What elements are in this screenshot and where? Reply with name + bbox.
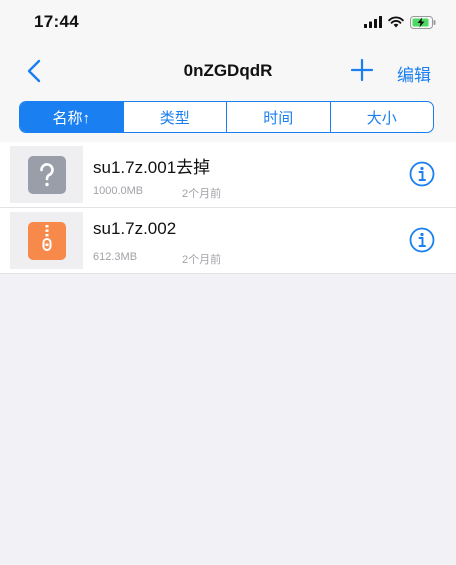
sort-tab-name[interactable]: 名称↑ [20, 102, 124, 132]
file-date: 2个月前 [182, 254, 222, 266]
file-name: su1.7z.001去掉 [93, 158, 211, 177]
file-size: 1000.0MB [93, 185, 144, 197]
folder-title: 0nZGDqdR [183, 61, 273, 80]
status-icons [364, 14, 436, 30]
file-date: 2个月前 [182, 188, 222, 200]
add-plus-icon[interactable] [350, 58, 374, 82]
file-thumbnail [10, 212, 83, 269]
sort-tab-time[interactable]: 时间 [227, 102, 331, 132]
battery-charging-icon [410, 15, 436, 29]
file-thumbnail [10, 146, 83, 203]
unknown-file-icon [27, 155, 66, 194]
file-size: 612.3MB [93, 251, 138, 263]
file-row[interactable]: su1.7z.001去掉 1000.0MB 2个月前 [0, 142, 456, 208]
file-list: su1.7z.001去掉 1000.0MB 2个月前 su1.7z.002 61… [0, 142, 456, 274]
navigation-bar: 0nZGDqdR 编辑 [0, 44, 456, 97]
wifi-icon [388, 16, 404, 28]
cellular-signal-icon [364, 16, 382, 28]
sort-tab-type[interactable]: 类型 [124, 102, 227, 132]
status-time: 17:44 [34, 12, 79, 31]
edit-button[interactable]: 编辑 [397, 61, 431, 86]
sort-segmented-control: 名称↑ 类型 时间 大小 [19, 101, 434, 133]
sort-tab-size[interactable]: 大小 [331, 102, 434, 132]
zip-file-icon [27, 221, 66, 260]
status-bar: 17:44 [0, 0, 456, 44]
info-icon[interactable] [409, 161, 435, 187]
info-icon[interactable] [409, 227, 435, 253]
file-name: su1.7z.002 [93, 219, 177, 238]
sort-bar: 名称↑ 类型 时间 大小 [0, 96, 456, 142]
file-row[interactable]: su1.7z.002 612.3MB 2个月前 [0, 208, 456, 274]
